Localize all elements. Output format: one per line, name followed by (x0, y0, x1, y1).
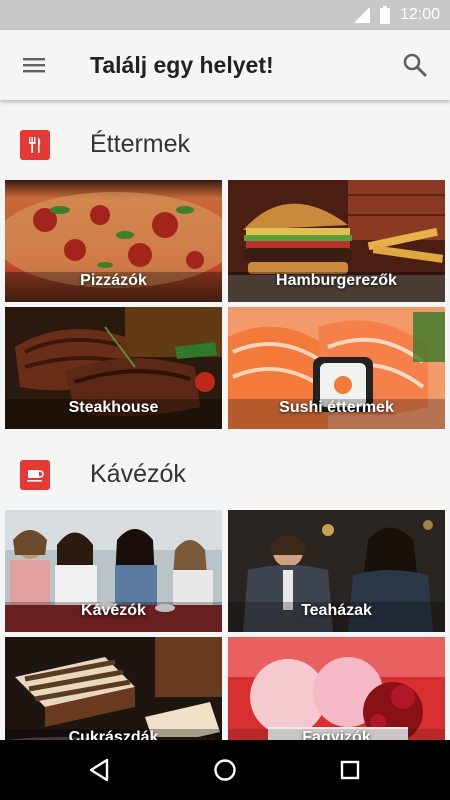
home-button[interactable] (210, 755, 240, 785)
status-bar: 12:00 (0, 0, 450, 30)
section-header-cafes: Kávézók (0, 430, 450, 510)
tile-label: Fagyizók (302, 729, 371, 740)
section-title-cafes: Kávézók (90, 460, 186, 488)
home-circle-icon (214, 759, 236, 781)
navigation-bar (0, 740, 450, 800)
search-button[interactable] (400, 50, 430, 80)
battery-icon (379, 6, 390, 24)
tile-label: Pizzázók (80, 272, 147, 289)
signal-icon (353, 7, 370, 23)
back-button[interactable] (85, 755, 115, 785)
tile-label: Teaházak (301, 602, 372, 619)
content-list[interactable]: Éttermek Pizzázók Hamburgerezők Steakhou… (0, 100, 450, 740)
page-title: Találj egy helyet! (90, 52, 274, 78)
restaurant-icon (20, 130, 50, 160)
back-triangle-icon (89, 758, 109, 782)
menu-button[interactable] (20, 50, 50, 80)
coffee-cup-icon (20, 460, 50, 490)
tile-label: Hamburgerezők (276, 272, 397, 289)
tile-pizza[interactable]: Pizzázók (5, 180, 222, 302)
search-icon (403, 53, 427, 77)
tile-pastry-shops[interactable]: Cukrászdák (5, 637, 222, 740)
tile-label: Sushi éttermek (279, 399, 394, 416)
tile-label: Steakhouse (68, 399, 159, 416)
recents-square-icon (340, 760, 360, 780)
hamburger-menu-icon (23, 58, 45, 73)
cake-image (5, 637, 222, 740)
tile-burger[interactable]: Hamburgerezők (228, 180, 445, 302)
tile-cafes[interactable]: Kávézók (5, 510, 222, 632)
ice-cream-image (228, 637, 445, 740)
tile-steakhouse[interactable]: Steakhouse (5, 307, 222, 429)
status-time: 12:00 (399, 6, 440, 23)
tile-ice-cream[interactable]: Fagyizók (228, 637, 445, 740)
recents-button[interactable] (335, 755, 365, 785)
section-title-restaurants: Éttermek (90, 130, 191, 158)
tile-sushi[interactable]: Sushi éttermek (228, 307, 445, 429)
app-bar: Találj egy helyet! (0, 30, 450, 100)
tile-label: Cukrászdák (68, 729, 159, 740)
tile-teahouses[interactable]: Teaházak (228, 510, 445, 632)
section-header-restaurants: Éttermek (0, 100, 450, 180)
tile-label: Kávézók (81, 602, 146, 619)
status-icons: 12:00 (353, 0, 440, 30)
